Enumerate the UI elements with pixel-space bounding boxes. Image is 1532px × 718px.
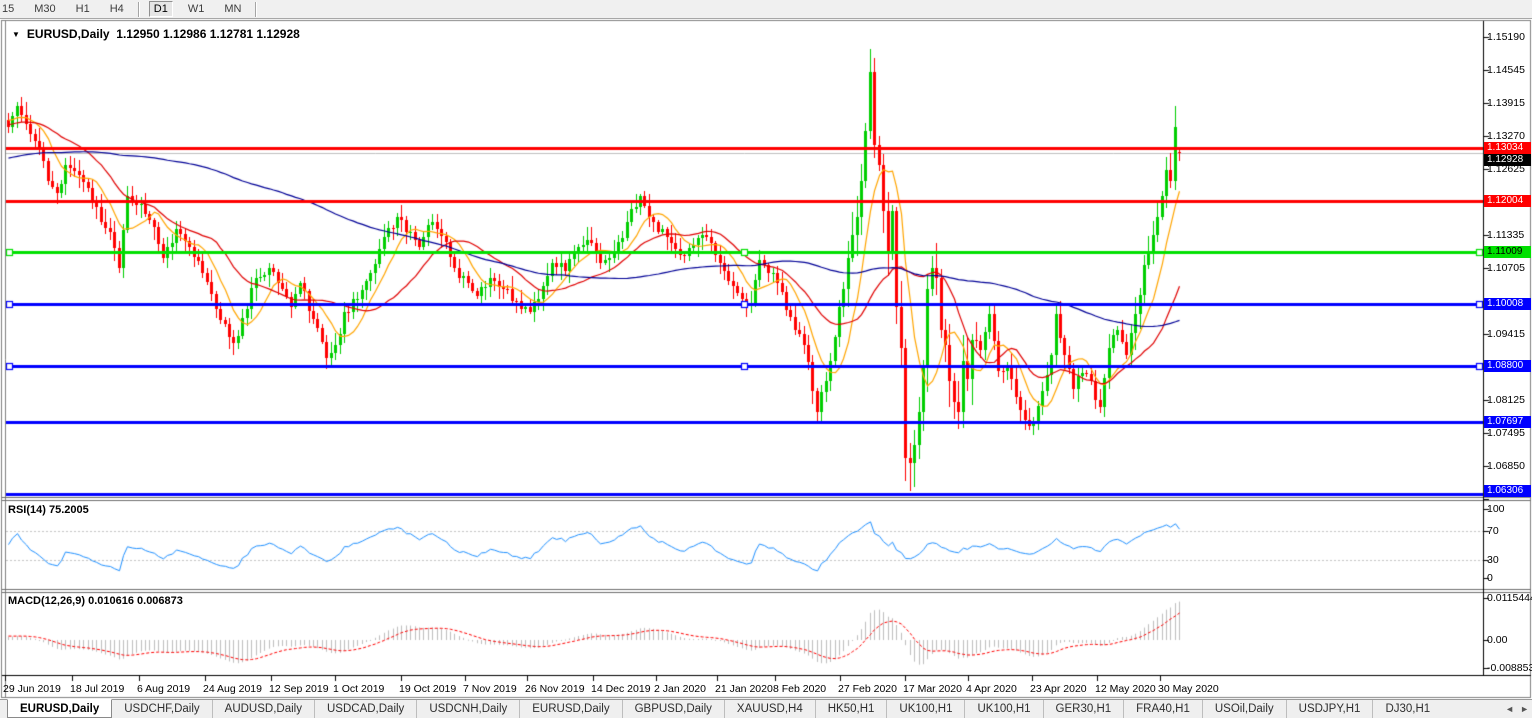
chart-tab-usdcnh-daily[interactable]: USDCNH,Daily bbox=[416, 700, 519, 718]
rsi-axis-tick-label: 100 bbox=[1487, 503, 1505, 515]
price-axis-tick-label: 1.13270 bbox=[1487, 130, 1525, 142]
date-axis-label: 2 Jan 2020 bbox=[654, 683, 706, 695]
price-axis-tick-label: 1.15190 bbox=[1487, 31, 1525, 43]
price-axis-tick-label: 1.14545 bbox=[1487, 64, 1525, 76]
date-axis-label: 17 Mar 2020 bbox=[903, 683, 962, 695]
date-axis-label: 1 Oct 2019 bbox=[333, 683, 384, 695]
rsi-axis-tick-label: 70 bbox=[1487, 525, 1499, 537]
price-axis-tick-label: 1.13915 bbox=[1487, 97, 1525, 109]
toolbar-separator bbox=[255, 2, 257, 17]
timeframe-button-15[interactable]: 15 bbox=[0, 1, 19, 17]
chart-title: ▼ EURUSD,Daily 1.12950 1.12986 1.12781 1.… bbox=[12, 27, 300, 41]
price-axis-tick-label: 1.07495 bbox=[1487, 427, 1525, 439]
price-chart-canvas[interactable] bbox=[0, 0, 1532, 718]
chart-tab-hk50-h1[interactable]: HK50,H1 bbox=[815, 700, 887, 718]
timeframe-button-h1[interactable]: H1 bbox=[71, 1, 95, 17]
timeframe-button-d1[interactable]: D1 bbox=[149, 1, 173, 17]
rsi-axis-tick-label: 0 bbox=[1487, 572, 1493, 584]
price-axis-tick-label: 1.08125 bbox=[1487, 394, 1525, 406]
date-axis-label: 23 Apr 2020 bbox=[1030, 683, 1087, 695]
date-axis-label: 14 Dec 2019 bbox=[591, 683, 651, 695]
date-axis-label: 26 Nov 2019 bbox=[525, 683, 585, 695]
macd-axis-tick-label: 0.00 bbox=[1487, 634, 1507, 646]
price-axis-tick-label: 1.06850 bbox=[1487, 460, 1525, 472]
tab-scroll-right-icon[interactable]: ► bbox=[1520, 704, 1529, 714]
date-axis: 29 Jun 2019 18 Jul 2019 6 Aug 2019 24 Aug 2… bbox=[0, 683, 1532, 697]
date-axis-label: 4 Apr 2020 bbox=[966, 683, 1017, 695]
price-axis-tick-label: 1.11335 bbox=[1487, 229, 1524, 241]
rsi-axis-tick-label: 30 bbox=[1487, 554, 1499, 566]
macd-axis-tick-label: 0.0115444 bbox=[1487, 592, 1532, 604]
mt4-terminal: 15 M30 H1 H4 D1 W1 MN ▼ EURUSD,Daily 1.12950 1.… bbox=[0, 0, 1532, 718]
chart-tab-uk100-h1[interactable]: UK100,H1 bbox=[964, 700, 1042, 718]
date-axis-label: 30 May 2020 bbox=[1158, 683, 1219, 695]
timeframe-button-h4[interactable]: H4 bbox=[105, 1, 129, 17]
chart-tab-gbpusd-daily[interactable]: GBPUSD,Daily bbox=[622, 700, 724, 718]
chart-tab-ger30-h1[interactable]: GER30,H1 bbox=[1043, 700, 1124, 718]
rsi-axis-labels: 100 70 30 0 bbox=[1487, 497, 1532, 588]
macd-indicator-label: MACD(12,26,9) 0.010616 0.006873 bbox=[8, 595, 183, 607]
date-axis-label: 21 Jan 2020 bbox=[715, 683, 773, 695]
ohlc-values: 1.12950 1.12986 1.12781 1.12928 bbox=[116, 27, 300, 41]
date-axis-label: 18 Jul 2019 bbox=[70, 683, 124, 695]
chart-tab-usdchf-daily[interactable]: USDCHF,Daily bbox=[112, 700, 211, 718]
chart-tab-usoil-daily[interactable]: USOil,Daily bbox=[1202, 700, 1286, 718]
chart-tab-usdjpy-h1[interactable]: USDJPY,H1 bbox=[1286, 700, 1373, 718]
tab-scroll-arrows: ◄ ► bbox=[1505, 700, 1529, 718]
price-level-badge: 1.06306 bbox=[1484, 485, 1531, 497]
price-axis-tick-label: 1.09415 bbox=[1487, 328, 1525, 340]
date-axis-label: 27 Feb 2020 bbox=[838, 683, 897, 695]
timeframe-button-m30[interactable]: M30 bbox=[29, 1, 60, 17]
price-level-badge: 1.13034 bbox=[1484, 142, 1531, 154]
price-level-badge: 1.12004 bbox=[1484, 195, 1531, 207]
chart-tab-eurusd-daily[interactable]: EURUSD,Daily bbox=[7, 699, 112, 718]
price-level-badge: 1.07697 bbox=[1484, 416, 1531, 428]
toolbar-separator bbox=[138, 2, 140, 17]
chevron-down-icon[interactable]: ▼ bbox=[12, 30, 20, 39]
date-axis-label: 7 Nov 2019 bbox=[463, 683, 517, 695]
price-axis-tick-label: 1.10705 bbox=[1487, 262, 1525, 274]
tab-scroll-left-icon[interactable]: ◄ bbox=[1505, 704, 1514, 714]
chart-tab-uk100-h1[interactable]: UK100,H1 bbox=[886, 700, 964, 718]
chart-tab-eurusd-daily[interactable]: EURUSD,Daily bbox=[519, 700, 621, 718]
date-axis-label: 6 Aug 2019 bbox=[137, 683, 190, 695]
symbol-period-label: EURUSD,Daily bbox=[27, 27, 110, 41]
price-level-badge: 1.08800 bbox=[1484, 360, 1531, 372]
macd-axis-tick-label: -0.0088538 bbox=[1487, 662, 1532, 674]
date-axis-label: 24 Aug 2019 bbox=[203, 683, 262, 695]
price-level-badge: 1.12928 bbox=[1484, 154, 1531, 166]
chart-tab-fra40-h1[interactable]: FRA40,H1 bbox=[1123, 700, 1202, 718]
date-axis-label: 12 Sep 2019 bbox=[269, 683, 329, 695]
price-level-badge: 1.10008 bbox=[1484, 298, 1531, 310]
timeframe-toolbar: 15 M30 H1 H4 D1 W1 MN bbox=[0, 0, 1532, 19]
rsi-indicator-label: RSI(14) 75.2005 bbox=[8, 504, 89, 516]
chart-tab-dj30-h1[interactable]: DJ30,H1 bbox=[1372, 700, 1442, 718]
chart-tabs-bar: EURUSD,DailyUSDCHF,DailyAUDUSD,DailyUSDC… bbox=[0, 699, 1532, 718]
macd-axis-labels: 0.0115444 0.00 -0.0088538 bbox=[1487, 592, 1532, 676]
date-axis-label: 19 Oct 2019 bbox=[399, 683, 456, 695]
price-level-badge: 1.11009 bbox=[1484, 246, 1531, 258]
chart-tab-xauusd-h4[interactable]: XAUUSD,H4 bbox=[724, 700, 815, 718]
chart-tab-audusd-daily[interactable]: AUDUSD,Daily bbox=[212, 700, 314, 718]
chart-tab-usdcad-daily[interactable]: USDCAD,Daily bbox=[314, 700, 416, 718]
date-axis-label: 29 Jun 2019 bbox=[3, 683, 61, 695]
date-axis-label: 8 Feb 2020 bbox=[773, 683, 826, 695]
timeframe-button-mn[interactable]: MN bbox=[219, 1, 246, 17]
timeframe-button-w1[interactable]: W1 bbox=[183, 1, 210, 17]
date-axis-label: 12 May 2020 bbox=[1095, 683, 1156, 695]
